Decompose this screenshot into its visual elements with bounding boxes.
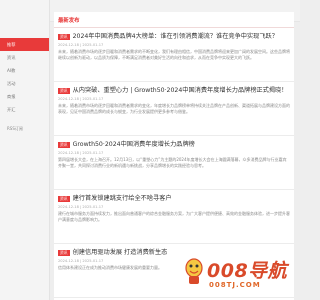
- sidebar-item-recommend[interactable]: 推荐: [0, 38, 49, 51]
- category-tag[interactable]: 资讯: [58, 250, 70, 256]
- article-meta: 2024-12-18 | 2025-01-17: [58, 151, 104, 155]
- sidebar-item-ai[interactable]: AI教: [0, 64, 49, 77]
- article-title[interactable]: Growth50·2024中国消费年度增长力品牌榜: [73, 141, 195, 149]
- article-title[interactable]: 从内突破、重塑心力 | Growth50·2024中国消费年度增长力品牌榜正式揭…: [73, 87, 288, 95]
- category-tag[interactable]: 资讯: [58, 88, 70, 94]
- article-item[interactable]: 资讯 从内突破、重塑心力 | Growth50·2024中国消费年度增长力品牌榜…: [54, 82, 294, 136]
- category-tag[interactable]: 资讯: [58, 142, 70, 148]
- article-meta: 2024-12-18 | 2025-01-17: [58, 97, 104, 101]
- mascot-icon: [185, 258, 203, 284]
- section-title: 最新发布: [54, 12, 294, 28]
- watermark-title: 008导航: [207, 260, 288, 282]
- article-item[interactable]: 资讯 Growth50·2024中国消费年度增长力品牌榜 2024-12-18 …: [54, 136, 294, 190]
- watermark-logo: 008导航 008TJ.COM: [183, 252, 295, 296]
- article-excerpt: 建行在城市服务方面持续发力，推出面向普通客户的综合金融服务方案，为广大客户提供便…: [58, 211, 290, 222]
- article-title[interactable]: 创建信用驱动发展 打造消费新生态: [73, 249, 168, 257]
- sidebar-item-more[interactable]: 开汇: [0, 103, 49, 116]
- article-item[interactable]: 资讯 2024年中国消费品牌4大榜单：谁在引领消费潮流？谁在竞争中实现飞跃？ 2…: [54, 28, 294, 82]
- sidebar-item-events[interactable]: 活动: [0, 77, 49, 90]
- sidebar-item-rss[interactable]: RSS订阅: [0, 122, 49, 135]
- article-excerpt: 第四届增长大会，在上海召开。12月13日，以“重塑心力”为主题的2024年度增长…: [58, 157, 287, 168]
- category-tag[interactable]: 资讯: [58, 196, 70, 202]
- watermark-subtitle: 008TJ.COM: [209, 281, 261, 289]
- article-title[interactable]: 建行首发锁建跳支行给全不啥寻客户: [73, 195, 172, 203]
- article-excerpt: 未来，随着消费市场的逐步回暖和消费者需求的不断变化，我们有理由相信，中国消费品牌…: [58, 49, 290, 60]
- article-item[interactable]: 资讯 建行首发锁建跳支行给全不啥寻客户 2024-12-18 | 2025-01…: [54, 190, 294, 244]
- article-meta: 2024-12-18 | 2025-01-17: [58, 43, 104, 47]
- sidebar: 推荐 资讯 AI教 活动 商报 开汇 RSS订阅: [0, 0, 50, 300]
- sidebar-item-news[interactable]: 资讯: [0, 51, 49, 64]
- rss-label: RSS订阅: [7, 126, 23, 131]
- article-meta: 2024-12-18 | 2025-01-17: [58, 205, 104, 209]
- article-excerpt: 未来，随着消费市场的逐步回暖和消费者需求的变化，年度增长力品牌榜单将持续关注品牌…: [58, 103, 290, 114]
- sidebar-item-reports[interactable]: 商报: [0, 90, 49, 103]
- article-title[interactable]: 2024年中国消费品牌4大榜单：谁在引领消费潮流？谁在竞争中实现飞跃？: [73, 33, 278, 41]
- category-tag[interactable]: 资讯: [58, 34, 70, 40]
